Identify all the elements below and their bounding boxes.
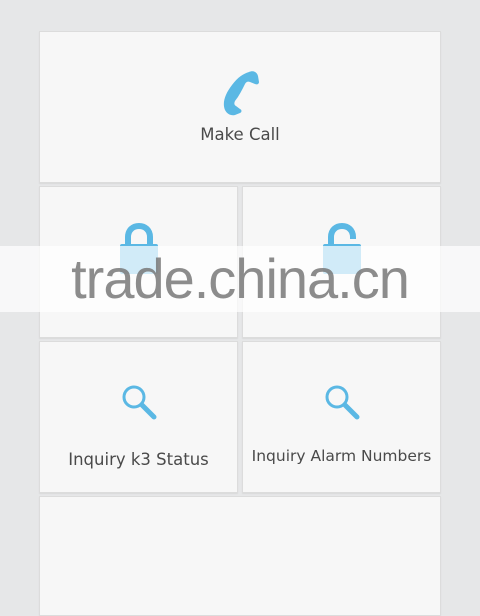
inquiry-status-label: Inquiry k3 Status — [68, 450, 209, 469]
phone-icon — [219, 68, 261, 116]
inquiry-alarm-button[interactable]: Inquiry Alarm Numbers — [242, 341, 441, 493]
bottom-tile[interactable] — [39, 496, 441, 616]
search-icon — [119, 382, 159, 422]
inquiry-alarm-label: Inquiry Alarm Numbers — [251, 447, 432, 465]
search-icon — [322, 382, 362, 422]
watermark-band — [0, 246, 480, 312]
make-call-label: Make Call — [200, 125, 280, 144]
make-call-button[interactable]: Make Call — [39, 31, 441, 183]
inquiry-status-button[interactable]: Inquiry k3 Status — [39, 341, 238, 493]
